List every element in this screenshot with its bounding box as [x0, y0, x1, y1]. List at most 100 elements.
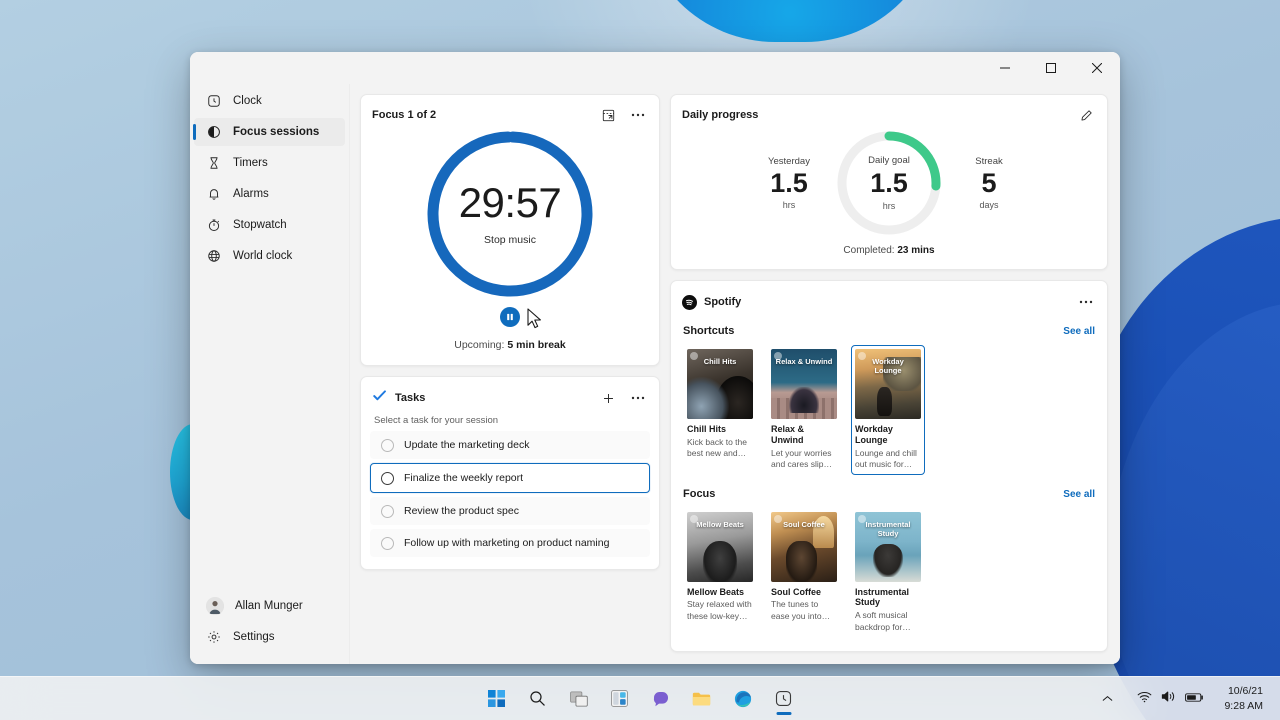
task-radio-icon[interactable]: [381, 505, 394, 518]
playlist-description: Lounge and chill out music for your wor…: [855, 448, 921, 471]
daily-progress-actions: [1076, 105, 1096, 125]
widgets-button[interactable]: [603, 682, 637, 716]
album-art: Chill Hits: [687, 349, 753, 419]
stat-yesterday: Yesterday 1.5 hrs: [751, 156, 827, 211]
focus-section-header: Focus See all: [671, 475, 1107, 508]
completed-value: 23 mins: [897, 245, 934, 256]
titlebar-drag-region[interactable]: [190, 52, 982, 84]
add-task-icon[interactable]: [598, 388, 618, 408]
task-radio-icon[interactable]: [381, 472, 394, 485]
clock-app-button[interactable]: [767, 682, 801, 716]
stopwatch-icon: [206, 217, 222, 233]
sidebar-item-account[interactable]: Allan Munger: [194, 592, 345, 620]
task-view-button[interactable]: [562, 682, 596, 716]
playlist-tile[interactable]: Instrumental Study Instrumental Study A …: [851, 508, 925, 638]
timer-center: 29:57 Stop music: [423, 127, 597, 301]
art-label: Relax & Unwind: [773, 357, 836, 366]
left-column: Focus 1 of 2: [360, 94, 660, 652]
playlist-tile[interactable]: Soul Coffee Soul Coffee The tunes to eas…: [767, 508, 841, 638]
playlist-description: Stay relaxed with these low-key beat…: [687, 599, 753, 622]
focus-more-options-icon[interactable]: [628, 105, 648, 125]
spotify-card: Spotify Shortcuts See all: [670, 280, 1108, 652]
sidebar-item-timers[interactable]: Timers: [194, 149, 345, 177]
window-body: Clock Focus sessions: [190, 84, 1120, 664]
edit-pencil-icon[interactable]: [1076, 105, 1096, 125]
sidebar-item-label: Alarms: [233, 188, 269, 200]
clock-app-window: Clock Focus sessions: [190, 52, 1120, 664]
task-row[interactable]: Follow up with marketing on product nami…: [370, 529, 650, 557]
task-label: Follow up with marketing on product nami…: [404, 537, 609, 549]
art-label: Instrumental Study: [855, 520, 921, 539]
art-label: Workday Lounge: [855, 357, 921, 376]
focus-tile-row: Mellow Beats Mellow Beats Stay relaxed w…: [671, 508, 1107, 638]
timer-ring: 29:57 Stop music: [423, 127, 597, 301]
shortcuts-section-header: Shortcuts See all: [671, 312, 1107, 345]
sidebar-item-label: Stopwatch: [233, 219, 287, 231]
tasks-hint: Select a task for your session: [361, 408, 659, 431]
playlist-tile[interactable]: Chill Hits Chill Hits Kick back to the b…: [683, 345, 757, 475]
navigation-sidebar: Clock Focus sessions: [190, 84, 350, 664]
sidebar-item-label: Clock: [233, 95, 262, 107]
sidebar-item-world-clock[interactable]: World clock: [194, 242, 345, 270]
playlist-title: Relax & Unwind: [771, 424, 837, 446]
art-label: Chill Hits: [701, 357, 740, 366]
file-explorer-button[interactable]: [685, 682, 719, 716]
playlist-title: Mellow Beats: [687, 587, 753, 598]
playlist-description: A soft musical backdrop for your…: [855, 610, 921, 633]
minimize-button[interactable]: [982, 52, 1028, 84]
tasks-card-header: Tasks: [361, 377, 659, 408]
task-row[interactable]: Finalize the weekly report: [370, 463, 650, 493]
spotify-actions: [1076, 292, 1096, 312]
mini-view-icon[interactable]: [598, 105, 618, 125]
section-title: Focus: [683, 488, 715, 500]
spotify-more-options-icon[interactable]: [1076, 292, 1096, 312]
close-button[interactable]: [1074, 52, 1120, 84]
stat-label: Daily goal: [868, 155, 910, 166]
shortcuts-see-all-link[interactable]: See all: [1063, 326, 1095, 337]
tasks-card-actions: [598, 388, 648, 408]
show-hidden-icons-button[interactable]: [1090, 682, 1124, 716]
album-art: Workday Lounge: [855, 349, 921, 419]
sidebar-item-alarms[interactable]: Alarms: [194, 180, 345, 208]
timer-value: 29:57: [459, 182, 562, 224]
todo-check-icon: [372, 388, 387, 408]
playlist-tile[interactable]: Workday Lounge Workday Lounge Lounge and…: [851, 345, 925, 475]
task-list: Update the marketing deck Finalize the w…: [361, 431, 659, 557]
sidebar-item-settings[interactable]: Settings: [194, 623, 345, 651]
main-content: Focus 1 of 2: [350, 84, 1120, 664]
stat-streak: Streak 5 days: [951, 156, 1027, 211]
task-radio-icon[interactable]: [381, 439, 394, 452]
sidebar-item-stopwatch[interactable]: Stopwatch: [194, 211, 345, 239]
album-art: Soul Coffee: [771, 512, 837, 582]
focus-see-all-link[interactable]: See all: [1063, 489, 1095, 500]
spotify-name: Spotify: [704, 296, 741, 308]
daily-goal-ring: Daily goal 1.5 hrs: [833, 127, 945, 239]
task-label: Update the marketing deck: [404, 439, 530, 451]
focus-card-header: Focus 1 of 2: [361, 95, 659, 125]
task-row[interactable]: Update the marketing deck: [370, 431, 650, 459]
stat-value: 1.5: [751, 167, 827, 201]
maximize-button[interactable]: [1028, 52, 1074, 84]
sidebar-item-clock[interactable]: Clock: [194, 87, 345, 115]
art-label: Mellow Beats: [693, 520, 747, 529]
search-button[interactable]: [521, 682, 555, 716]
playlist-tile[interactable]: Relax & Unwind Relax & Unwind Let your w…: [767, 345, 841, 475]
start-button[interactable]: [480, 682, 514, 716]
taskbar-center-group: [0, 682, 1280, 716]
gear-icon: [206, 629, 222, 645]
globe-icon: [206, 248, 222, 264]
tasks-more-options-icon[interactable]: [628, 388, 648, 408]
chat-button[interactable]: [644, 682, 678, 716]
daily-progress-header: Daily progress: [671, 95, 1107, 125]
pause-timer-button[interactable]: [500, 307, 520, 327]
bell-icon: [206, 186, 222, 202]
playlist-title: Soul Coffee: [771, 587, 837, 598]
sidebar-item-focus-sessions[interactable]: Focus sessions: [194, 118, 345, 146]
task-radio-icon[interactable]: [381, 537, 394, 550]
task-row[interactable]: Review the product spec: [370, 497, 650, 525]
playlist-tile[interactable]: Mellow Beats Mellow Beats Stay relaxed w…: [683, 508, 757, 638]
edge-button[interactable]: [726, 682, 760, 716]
hourglass-icon: [206, 155, 222, 171]
task-label: Review the product spec: [404, 505, 519, 517]
art-badge-icon: [690, 352, 698, 360]
